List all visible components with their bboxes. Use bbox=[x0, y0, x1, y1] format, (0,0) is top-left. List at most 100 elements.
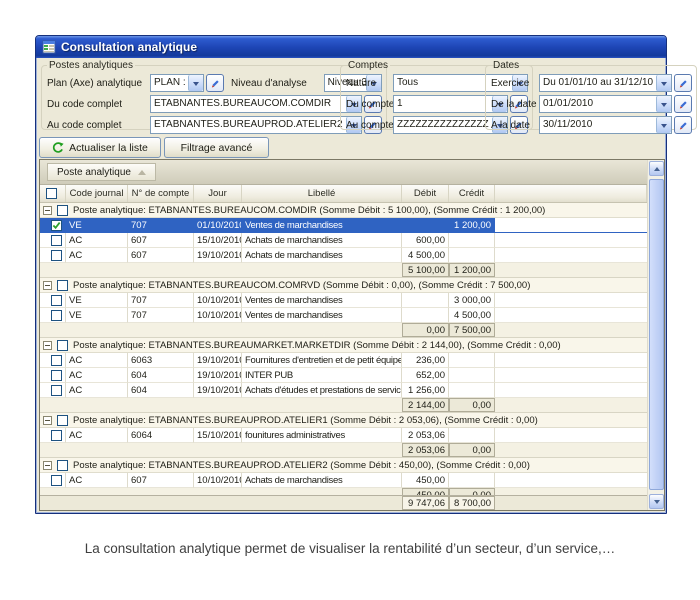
du-code-complet-label: Du code complet bbox=[47, 99, 150, 110]
select-all-checkbox[interactable] bbox=[46, 188, 57, 199]
group-by-chip-poste-analytique[interactable]: Poste analytique bbox=[47, 163, 156, 181]
advanced-filter-label: Filtrage avancé bbox=[181, 142, 253, 154]
cell-libelle: Achats de marchandises bbox=[242, 473, 402, 488]
de-la-date-combobox[interactable]: 01/01/2010 bbox=[539, 95, 672, 113]
cell-numero-compte: 607 bbox=[128, 248, 194, 263]
cell-numero-compte: 607 bbox=[128, 233, 194, 248]
group-header-row[interactable]: Poste analytique: ETABNANTES.BUREAUCOM.C… bbox=[40, 203, 647, 218]
exercice-combobox[interactable]: Du 01/01/10 au 31/12/10 bbox=[539, 74, 672, 92]
niveau-analyse-label: Niveau d'analyse bbox=[224, 78, 324, 89]
cell-credit bbox=[449, 473, 495, 488]
advanced-filter-button[interactable]: Filtrage avancé bbox=[164, 137, 269, 158]
row-checkbox[interactable] bbox=[51, 250, 62, 261]
cell-jour: 15/10/2010 bbox=[194, 428, 242, 443]
plan-axe-combobox[interactable]: PLAN : bbox=[150, 74, 204, 92]
group-postes-analytiques: Postes analytiques Plan (Axe) analytique… bbox=[41, 60, 387, 130]
chevron-down-icon[interactable] bbox=[656, 75, 671, 91]
group-checkbox[interactable] bbox=[57, 415, 68, 426]
row-checkbox[interactable] bbox=[51, 475, 62, 486]
table-row[interactable]: VE70710/10/2010Ventes de marchandises4 5… bbox=[40, 308, 647, 323]
row-checkbox[interactable] bbox=[51, 385, 62, 396]
a-la-date-value: 30/11/2010 bbox=[540, 117, 656, 133]
du-code-complet-combobox[interactable]: ETABNANTES.BUREAUCOM.COMDIR bbox=[150, 95, 362, 113]
collapse-group-icon[interactable] bbox=[43, 461, 52, 470]
collapse-group-icon[interactable] bbox=[43, 281, 52, 290]
refresh-list-button[interactable]: Actualiser la liste bbox=[39, 137, 161, 158]
group-header-row[interactable]: Poste analytique: ETABNANTES.BUREAUPROD.… bbox=[40, 413, 647, 428]
chevron-down-icon[interactable] bbox=[188, 75, 203, 91]
group-subtotal-row: 2 053,060,00 bbox=[40, 443, 647, 458]
table-row[interactable]: VE70710/10/2010Ventes de marchandises3 0… bbox=[40, 293, 647, 308]
group-header-row[interactable]: Poste analytique: ETABNANTES.BUREAUPROD.… bbox=[40, 458, 647, 473]
cell-jour: 10/10/2010 bbox=[194, 293, 242, 308]
row-checkbox[interactable] bbox=[51, 430, 62, 441]
scrollbar-thumb[interactable] bbox=[649, 179, 664, 490]
group-header-row[interactable]: Poste analytique: ETABNANTES.BUREAUCOM.C… bbox=[40, 278, 647, 293]
group-checkbox[interactable] bbox=[57, 340, 68, 351]
a-la-date-combobox[interactable]: 30/11/2010 bbox=[539, 116, 672, 134]
cell-jour: 19/10/2010 bbox=[194, 248, 242, 263]
group-subtotal-row: 5 100,001 200,00 bbox=[40, 263, 647, 278]
row-select-cell bbox=[40, 353, 66, 368]
de-la-date-edit-button[interactable] bbox=[674, 95, 692, 113]
scroll-down-button[interactable] bbox=[649, 494, 664, 509]
vertical-scrollbar[interactable] bbox=[647, 160, 664, 510]
au-code-complet-value: ETABNANTES.BUREAUPROD.ATELIER2 bbox=[151, 117, 346, 133]
table-row[interactable]: VE70701/10/2010Ventes de marchandises1 2… bbox=[40, 218, 647, 233]
plan-axe-label: Plan (Axe) analytique bbox=[47, 78, 150, 89]
chevron-down-icon[interactable] bbox=[656, 96, 671, 112]
cell-jour: 19/10/2010 bbox=[194, 368, 242, 383]
table-viewport[interactable]: Poste analytique: ETABNANTES.BUREAUCOM.C… bbox=[40, 203, 647, 495]
group-checkbox[interactable] bbox=[57, 205, 68, 216]
row-checkbox[interactable] bbox=[51, 295, 62, 306]
row-checkbox[interactable] bbox=[51, 220, 62, 231]
cell-debit: 600,00 bbox=[402, 233, 449, 248]
row-checkbox[interactable] bbox=[51, 235, 62, 246]
table-row[interactable]: AC60710/10/2010Achats de marchandises450… bbox=[40, 473, 647, 488]
window-title: Consultation analytique bbox=[61, 40, 197, 54]
cell-code-journal: VE bbox=[66, 293, 128, 308]
exercice-edit-button[interactable] bbox=[674, 74, 692, 92]
table-row[interactable]: AC606319/10/2010Fournitures d'entretien … bbox=[40, 353, 647, 368]
scroll-up-button[interactable] bbox=[649, 161, 664, 176]
cell-filler bbox=[495, 428, 647, 443]
column-header-5[interactable]: Débit bbox=[402, 185, 449, 202]
row-checkbox[interactable] bbox=[51, 310, 62, 321]
du-code-complet-value: ETABNANTES.BUREAUCOM.COMDIR bbox=[151, 96, 346, 112]
group-checkbox[interactable] bbox=[57, 280, 68, 291]
title-bar[interactable]: Consultation analytique bbox=[36, 36, 666, 58]
subtotal-credit: 0,00 bbox=[449, 398, 495, 412]
cell-numero-compte: 604 bbox=[128, 368, 194, 383]
collapse-group-icon[interactable] bbox=[43, 206, 52, 215]
table-row[interactable]: AC606415/10/2010founitures administrativ… bbox=[40, 428, 647, 443]
group-subtotal-row: 2 144,000,00 bbox=[40, 398, 647, 413]
group-by-bar: Poste analytique bbox=[40, 160, 647, 185]
table-row[interactable]: AC60719/10/2010Achats de marchandises4 5… bbox=[40, 248, 647, 263]
column-header-6[interactable]: Crédit bbox=[449, 185, 495, 202]
au-code-complet-combobox[interactable]: ETABNANTES.BUREAUPROD.ATELIER2 bbox=[150, 116, 362, 134]
cell-credit bbox=[449, 353, 495, 368]
column-header-4[interactable]: Libellé bbox=[242, 185, 402, 202]
cell-libelle: Achats de marchandises bbox=[242, 248, 402, 263]
column-header-3[interactable]: Jour bbox=[194, 185, 242, 202]
group-header-row[interactable]: Poste analytique: ETABNANTES.BUREAUMARKE… bbox=[40, 338, 647, 353]
table-row[interactable]: AC60419/10/2010INTER PUB652,00 bbox=[40, 368, 647, 383]
chevron-down-icon[interactable] bbox=[656, 117, 671, 133]
plan-axe-edit-button[interactable] bbox=[206, 74, 224, 92]
row-select-cell bbox=[40, 233, 66, 248]
a-la-date-edit-button[interactable] bbox=[674, 116, 692, 134]
collapse-group-icon[interactable] bbox=[43, 341, 52, 350]
table-row[interactable]: AC60419/10/2010Achats d'études et presta… bbox=[40, 383, 647, 398]
group-subtotal-row: 450,000,00 bbox=[40, 488, 647, 495]
cell-libelle: Achats de marchandises bbox=[242, 233, 402, 248]
group-checkbox[interactable] bbox=[57, 460, 68, 471]
column-header-1[interactable]: Code journal bbox=[66, 185, 128, 202]
row-select-cell bbox=[40, 248, 66, 263]
column-header-2[interactable]: N° de compte bbox=[128, 185, 194, 202]
table-row[interactable]: AC60715/10/2010Achats de marchandises600… bbox=[40, 233, 647, 248]
column-header-select-all[interactable] bbox=[40, 185, 66, 202]
row-checkbox[interactable] bbox=[51, 355, 62, 366]
collapse-group-icon[interactable] bbox=[43, 416, 52, 425]
group-header-label: Poste analytique: ETABNANTES.BUREAUCOM.C… bbox=[73, 205, 545, 216]
row-checkbox[interactable] bbox=[51, 370, 62, 381]
